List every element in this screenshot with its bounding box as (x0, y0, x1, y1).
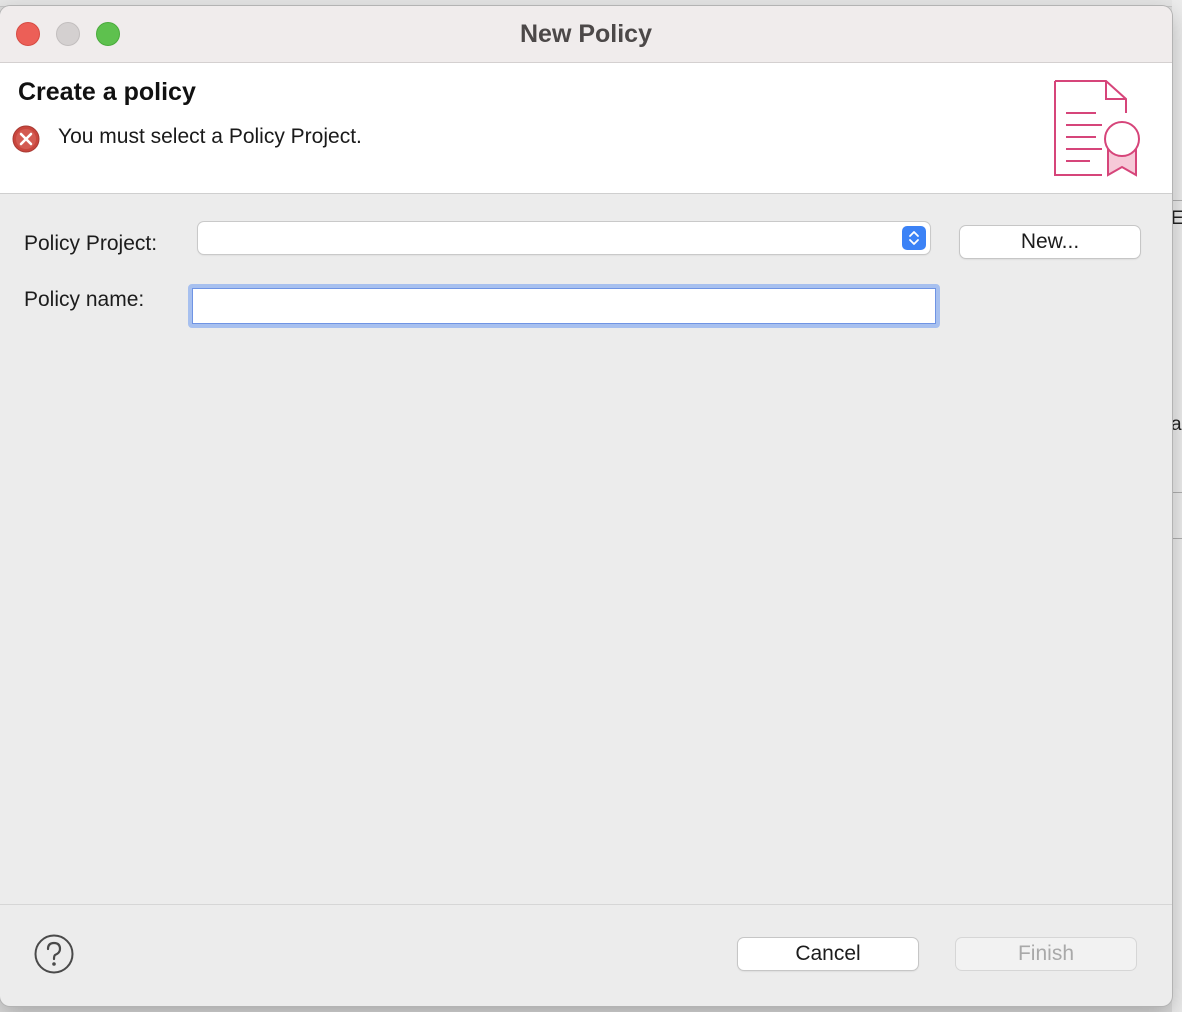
background-edge-divider (1172, 492, 1182, 493)
finish-button[interactable]: Finish (956, 938, 1136, 970)
chevron-up-down-icon[interactable] (902, 226, 926, 250)
background-edge-divider (1172, 200, 1182, 201)
background-edge-text: a (1171, 414, 1182, 435)
policy-name-label: Policy name: (24, 288, 145, 311)
background-edge-text: E (1171, 208, 1182, 229)
background-edge-divider (1172, 538, 1182, 539)
new-policy-dialog: New Policy Create a policy You must sele… (0, 6, 1172, 1006)
title-bar[interactable]: New Policy (0, 6, 1172, 63)
background-app-edge (1172, 0, 1182, 1012)
policy-project-select[interactable] (198, 222, 930, 254)
new-project-button[interactable]: New... (960, 226, 1140, 258)
error-message: You must select a Policy Project. (58, 125, 362, 148)
error-x-icon (12, 125, 40, 153)
help-question-icon[interactable] (34, 934, 74, 974)
policy-name-input[interactable] (192, 288, 936, 324)
policy-name-field-wrapper (188, 284, 940, 328)
policy-project-label: Policy Project: (24, 232, 158, 255)
footer-divider (0, 904, 1172, 905)
policy-certificate-icon (1054, 80, 1140, 177)
cancel-button[interactable]: Cancel (738, 938, 918, 970)
wizard-header: Create a policy You must select a Policy… (0, 63, 1172, 194)
window-title: New Policy (520, 20, 652, 48)
page-title: Create a policy (18, 78, 196, 106)
